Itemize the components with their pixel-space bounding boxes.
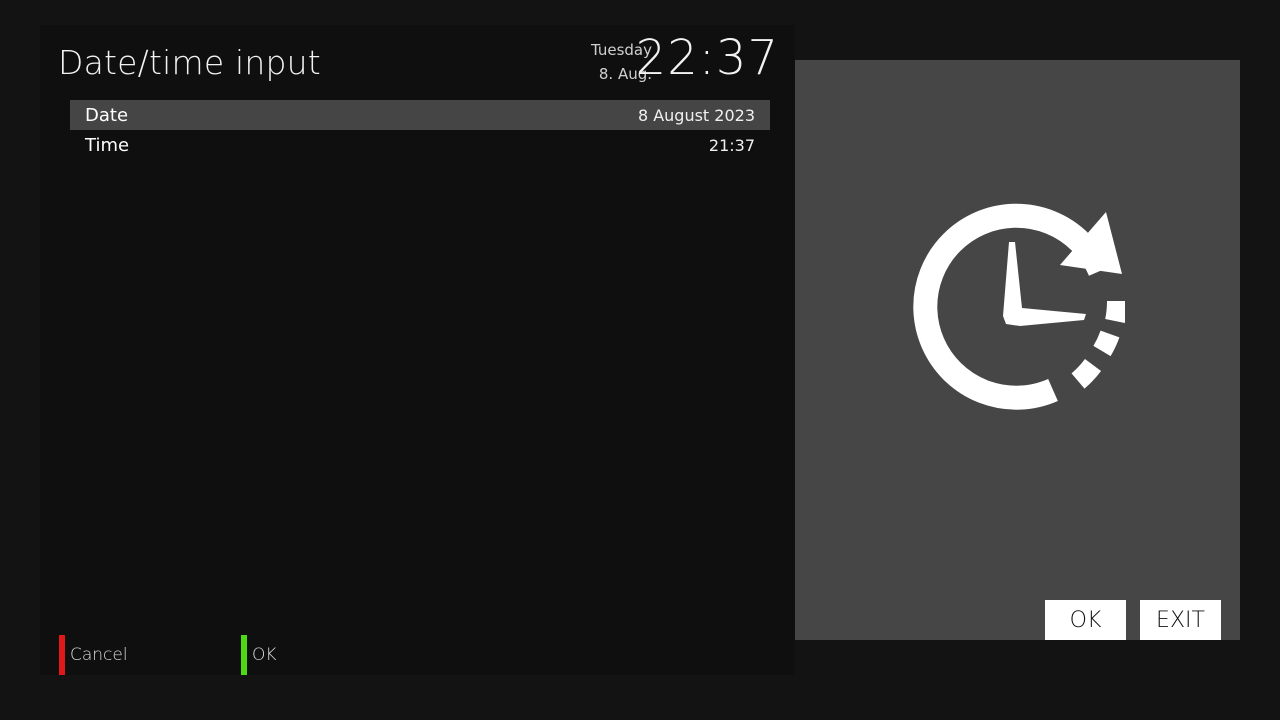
green-key-ok[interactable]: OK (241, 635, 277, 675)
side-panel: OK EXIT (795, 60, 1240, 640)
config-row-time[interactable]: Time 21:37 (70, 130, 770, 160)
config-row-value: 21:37 (708, 135, 755, 155)
clock-update-icon (913, 203, 1125, 410)
red-key-cancel[interactable]: Cancel (59, 635, 128, 675)
exit-button[interactable]: EXIT (1140, 600, 1221, 640)
config-row-label: Date (85, 104, 129, 126)
config-list: Date 8 August 2023 Time 21:37 (70, 100, 770, 160)
green-key-bar (241, 635, 247, 675)
red-key-label: Cancel (70, 645, 128, 665)
clock-time: 22:37 (635, 30, 779, 86)
page-title: Date/time input (58, 43, 321, 82)
main-panel: Date/time input Tuesday 8. Aug. 22:37 Da… (40, 25, 795, 675)
config-row-date[interactable]: Date 8 August 2023 (70, 100, 770, 130)
config-row-label: Time (85, 134, 130, 156)
config-row-value: 8 August 2023 (637, 105, 755, 125)
ok-button[interactable]: OK (1045, 600, 1126, 640)
red-key-bar (59, 635, 65, 675)
green-key-label: OK (252, 645, 277, 665)
